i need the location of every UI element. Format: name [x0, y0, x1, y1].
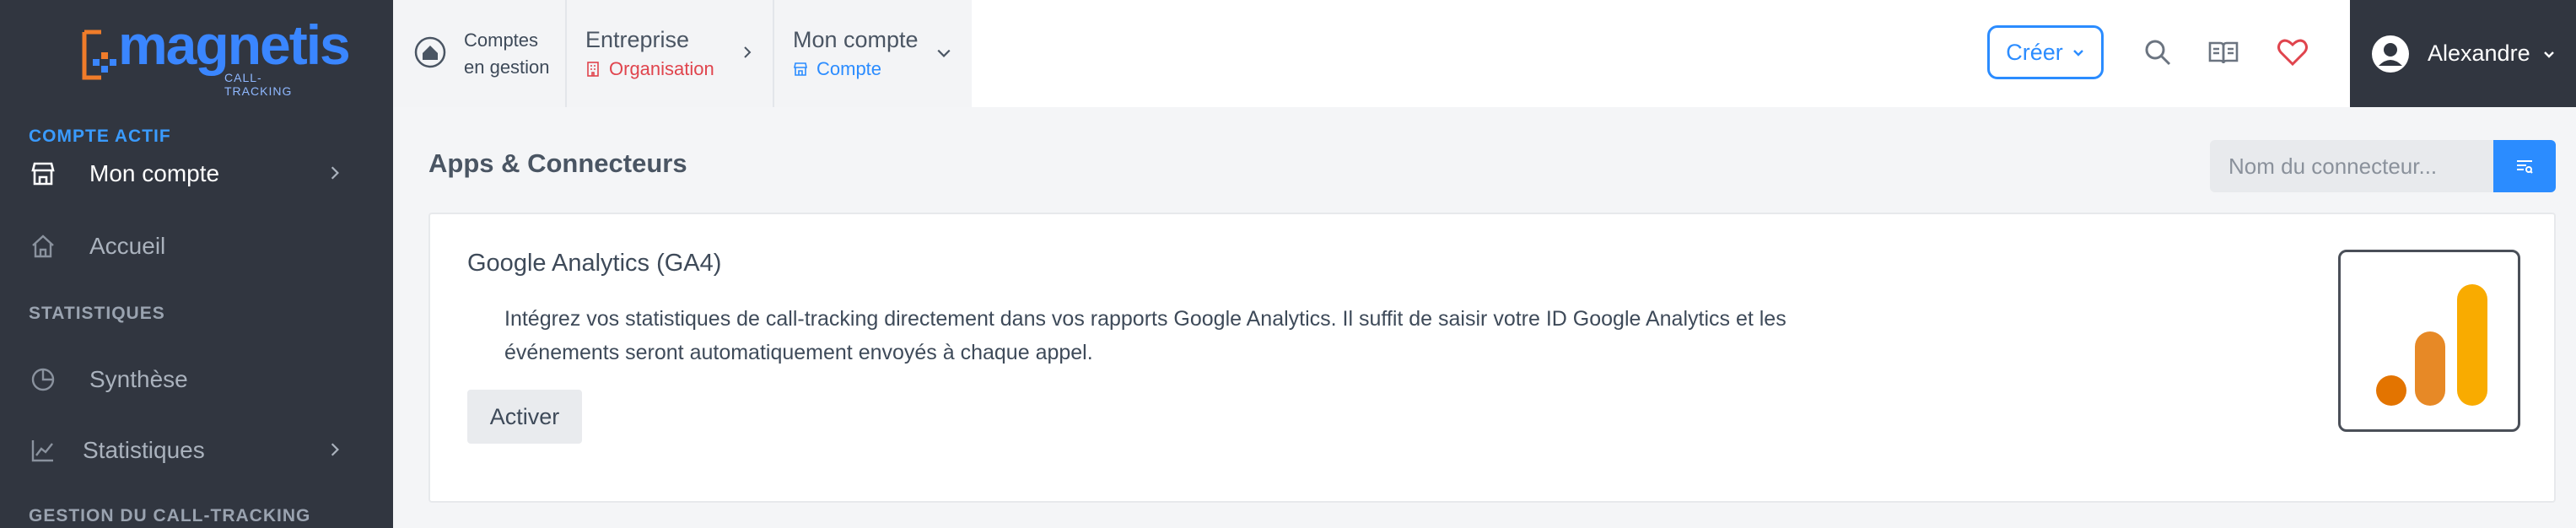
- breadcrumb-entreprise[interactable]: Entreprise Organisation: [585, 0, 714, 107]
- store-icon: [794, 62, 807, 76]
- logo-wordmark: magnetis: [118, 13, 351, 76]
- google-analytics-icon: [2376, 284, 2487, 406]
- avatar-icon: [2372, 35, 2409, 73]
- breadcrumb-entreprise-title: Entreprise: [585, 27, 690, 52]
- connector-search-input[interactable]: [2210, 140, 2495, 192]
- breadcrumb-compte-sub: Compte: [793, 58, 919, 80]
- breadcrumb-accounts-line1: Comptes: [464, 30, 539, 51]
- breadcrumb-entreprise-sub-label: Organisation: [609, 58, 714, 79]
- home-circle-icon[interactable]: [413, 35, 447, 69]
- google-analytics-logo: [2338, 250, 2520, 432]
- filter-search-icon: [2517, 160, 2533, 174]
- sidebar-item-synthese[interactable]: Synthèse: [29, 354, 368, 405]
- create-button-label: Créer: [2006, 39, 2063, 65]
- chevron-down-icon: [2543, 51, 2554, 58]
- breadcrumb-accounts-line2: en gestion: [464, 57, 550, 78]
- search-icon[interactable]: [2141, 35, 2175, 69]
- breadcrumb-divider: [565, 0, 567, 107]
- home-icon: [29, 232, 57, 261]
- create-button[interactable]: Créer: [1987, 25, 2104, 79]
- chevron-down-icon[interactable]: [936, 46, 951, 61]
- chevron-right-icon: [744, 46, 752, 58]
- breadcrumb-accounts[interactable]: Comptes en gestion: [464, 27, 550, 81]
- sidebar-item-label: Mon compte: [89, 160, 220, 186]
- sidebar: magnetis CALL-TRACKING COMPTE ACTIF Mon …: [0, 0, 393, 528]
- magnetis-logo[interactable]: magnetis CALL-TRACKING: [81, 17, 351, 98]
- top-bar: Comptes en gestion Entreprise Organisati…: [393, 0, 2576, 107]
- sidebar-item-label: Synthèse: [89, 366, 188, 392]
- user-name: Alexandre: [2428, 40, 2530, 66]
- sidebar-item-accueil[interactable]: Accueil: [29, 221, 368, 272]
- section-label-statistics: STATISTIQUES: [29, 304, 165, 323]
- logo-subtitle: CALL-TRACKING: [224, 71, 293, 98]
- book-icon[interactable]: [2207, 35, 2240, 69]
- heart-icon[interactable]: [2276, 35, 2309, 69]
- breadcrumb: Comptes en gestion Entreprise Organisati…: [393, 0, 972, 107]
- breadcrumb-divider: [773, 0, 774, 107]
- connector-description: Intégrez vos statistiques de call-tracki…: [504, 307, 1786, 364]
- line-chart-icon: [29, 436, 57, 465]
- user-menu[interactable]: Alexandre: [2350, 0, 2576, 107]
- breadcrumb-mon-compte[interactable]: Mon compte Compte: [793, 0, 919, 107]
- section-label-active-account: COMPTE ACTIF: [29, 127, 171, 146]
- section-label-call-tracking: GESTION DU CALL-TRACKING: [29, 506, 311, 525]
- sidebar-item-label: Statistiques: [83, 437, 205, 463]
- search-filter-button[interactable]: [2493, 140, 2556, 192]
- breadcrumb-entreprise-sub: Organisation: [585, 58, 714, 80]
- store-icon: [29, 159, 57, 188]
- sidebar-item-statistiques[interactable]: Statistiques: [29, 425, 368, 476]
- connector-card: Google Analytics (GA4) Intégrez vos stat…: [428, 213, 2556, 503]
- building-icon: [587, 62, 599, 77]
- chevron-right-icon: [331, 166, 339, 180]
- breadcrumb-compte-title: Mon compte: [793, 27, 919, 52]
- breadcrumb-compte-sub-label: Compte: [816, 58, 882, 79]
- sidebar-item-mon-compte[interactable]: Mon compte: [29, 148, 368, 199]
- activate-button[interactable]: Activer: [467, 390, 582, 444]
- page-title: Apps & Connecteurs: [428, 148, 687, 178]
- chevron-down-icon: [2072, 50, 2083, 57]
- sidebar-item-label: Accueil: [89, 233, 166, 259]
- pie-chart-icon: [29, 365, 57, 394]
- chevron-right-icon: [331, 443, 339, 456]
- connector-title: Google Analytics (GA4): [467, 250, 722, 277]
